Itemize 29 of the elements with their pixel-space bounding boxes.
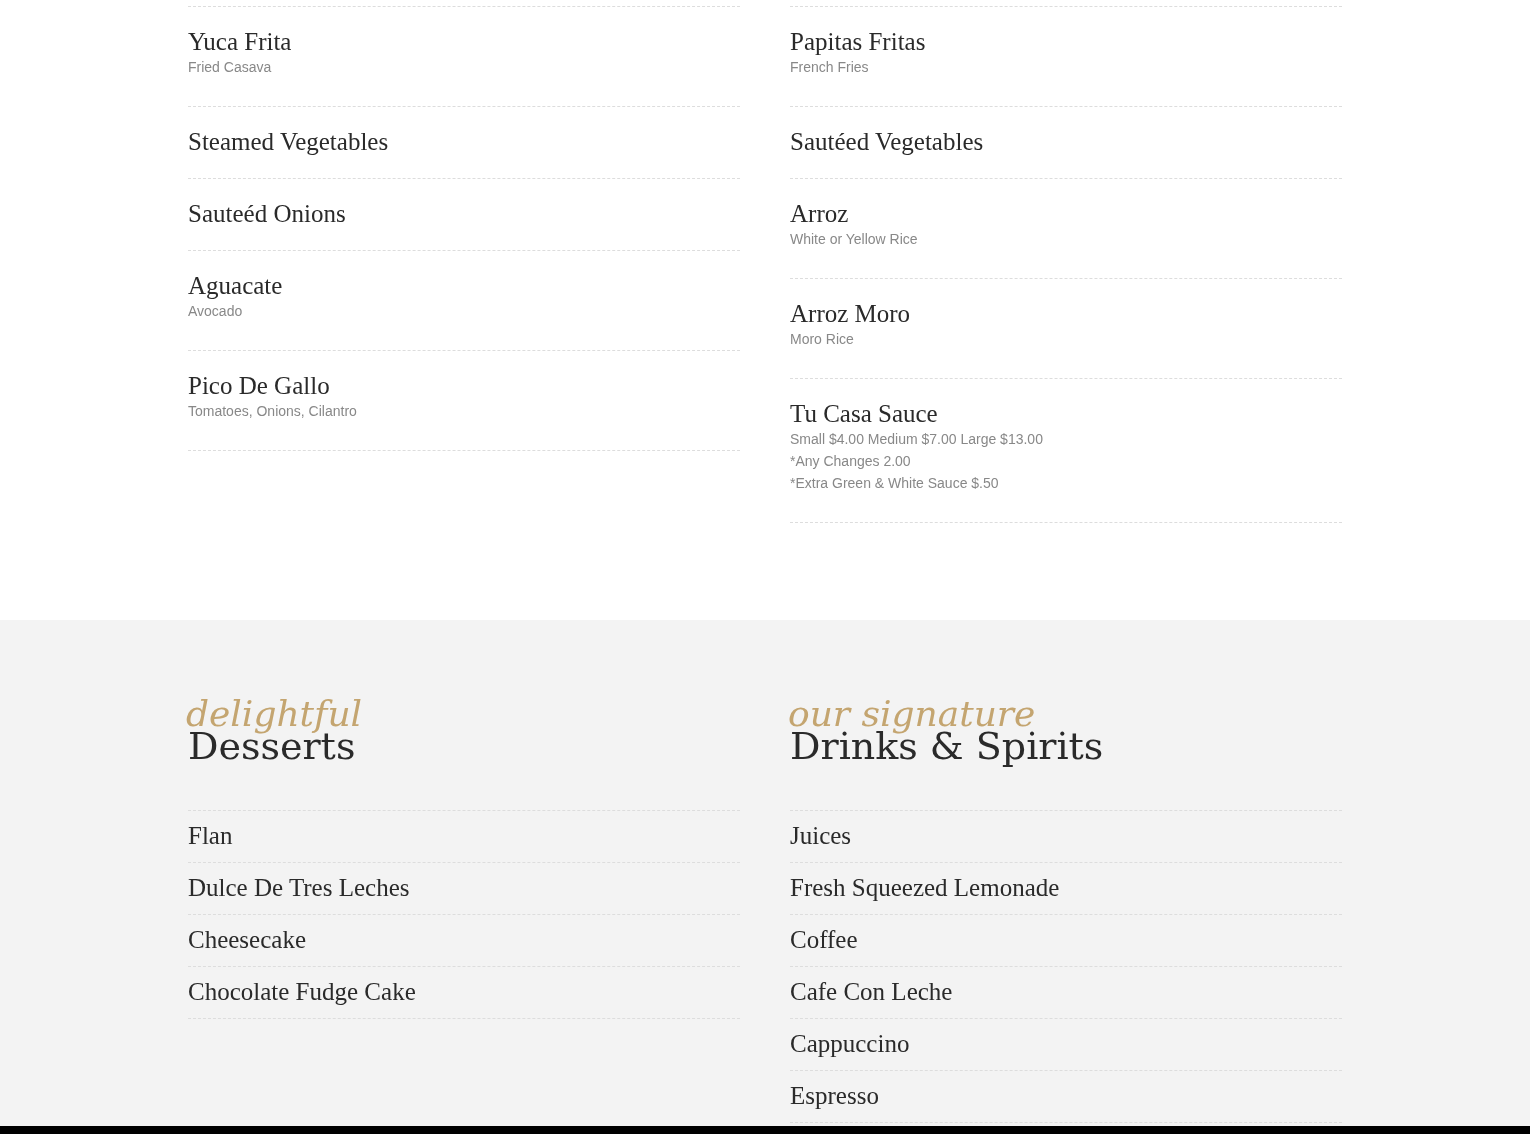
menu-item-name: Coffee [790,926,858,954]
menu-item-name: Fresh Squeezed Lemonade [790,874,1060,902]
dish-description: Avocado [188,302,243,321]
dish-name: Sautéed Vegetables [790,128,984,156]
dish-description: Tomatoes, Onions, Cilantro [188,402,357,421]
menu-item-name: Cheesecake [188,926,306,954]
dish-description: White or Yellow Rice [790,230,918,249]
dish-name: Steamed Vegetables [188,128,389,156]
dish-name: Arroz Moro [790,300,911,328]
dish-description: *Extra Green & White Sauce $.50 [790,474,999,493]
menu-item-name: Juices [790,822,852,850]
menu-item-name: Chocolate Fudge Cake [188,978,416,1006]
dish-name: Papitas Fritas [790,28,926,56]
menu-item-name: Dulce De Tres Leches [188,874,410,902]
dish-name: Aguacate [188,272,283,300]
dish-description: Fried Casava [188,58,272,77]
dish-name: Tu Casa Sauce [790,400,938,428]
menu-item-name: Espresso [790,1082,879,1110]
dish-description: *Any Changes 2.00 [790,452,911,471]
dish-description: French Fries [790,58,869,77]
menu-item-name: Cafe Con Leche [790,978,953,1006]
dish-name: Arroz [790,200,849,228]
menu-item-name: Cappuccino [790,1030,910,1058]
dish-description: Small $4.00 Medium $7.00 Large $13.00 [790,430,1043,449]
menu-item-name: Flan [188,822,233,850]
dish-name: Yuca Frita [188,28,292,56]
dish-name: Sauteéd Onions [188,200,346,228]
dish-description: Moro Rice [790,330,854,349]
dish-name: Pico De Gallo [188,372,330,400]
